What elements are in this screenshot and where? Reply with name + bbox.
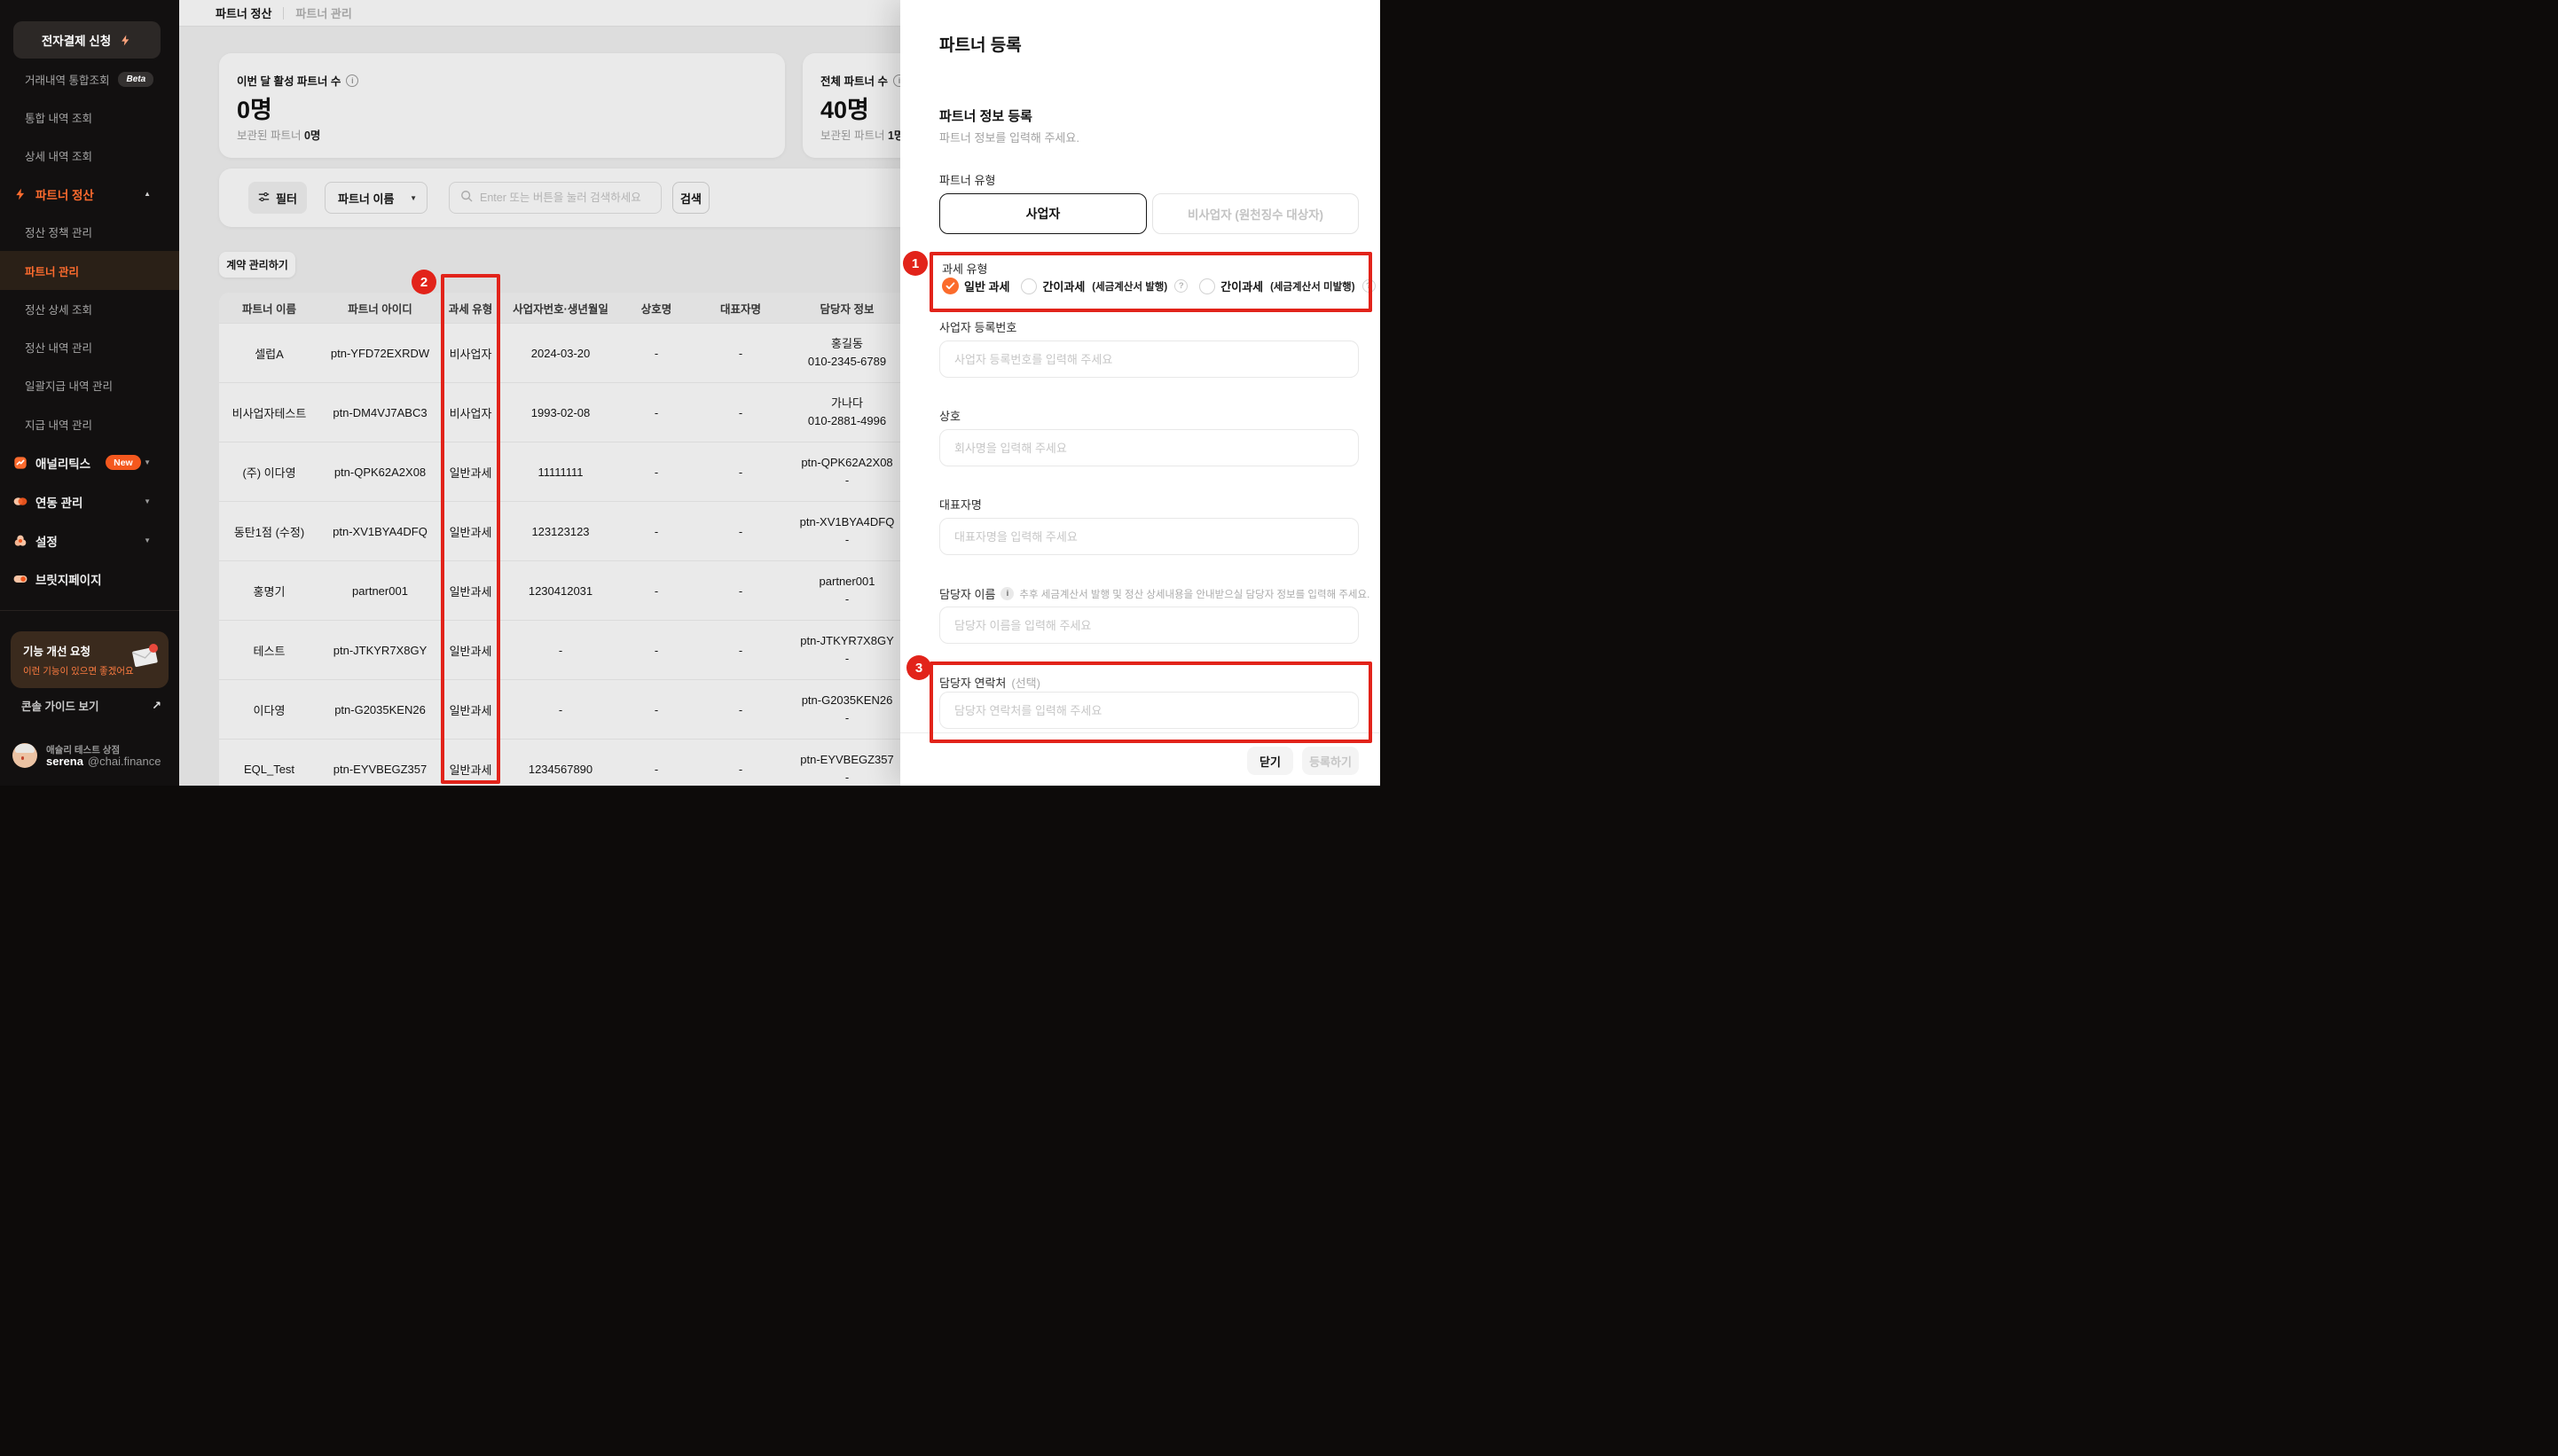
sidebar-item-settlement-history[interactable]: 정산 내역 관리 — [0, 328, 179, 366]
sidebar-item-partner-management[interactable]: 파트너 관리 — [0, 251, 179, 290]
radio-icon — [1021, 278, 1037, 294]
business-number-label: 사업자 등록번호 — [939, 318, 1016, 335]
section-title: 파트너 정보 등록 — [939, 106, 1032, 125]
envelope-icon — [129, 642, 160, 673]
drawer-footer-divider — [900, 732, 1380, 733]
e-payment-apply-button[interactable]: 전자결제 신청 — [13, 21, 161, 59]
info-icon[interactable]: i — [1000, 587, 1014, 600]
sidebar-section-analytics[interactable]: 애널리틱스 New ▼ — [0, 443, 179, 481]
sidebar-item-detail-history[interactable]: 상세 내역 조회 — [0, 137, 179, 175]
trade-name-label: 상호 — [939, 407, 961, 424]
radio-icon — [1199, 278, 1215, 294]
e-payment-apply-label: 전자결제 신청 — [42, 31, 111, 49]
sidebar-item-settlement-policy[interactable]: 정산 정책 관리 — [0, 213, 179, 251]
tax-type-label: 과세 유형 — [942, 260, 987, 277]
sidebar-section-settings[interactable]: 설정 ▼ — [0, 521, 179, 560]
external-link-icon: ↗ — [152, 699, 161, 713]
representative-input[interactable] — [939, 518, 1359, 555]
lightning-icon — [118, 33, 132, 47]
user-avatar[interactable] — [12, 743, 37, 768]
manager-name-input[interactable] — [939, 607, 1359, 644]
submit-button[interactable]: 등록하기 — [1302, 747, 1359, 775]
help-icon[interactable]: ? — [1174, 279, 1188, 293]
analytics-icon — [13, 456, 27, 470]
sidebar-item-settlement-detail[interactable]: 정산 상세 조회 — [0, 290, 179, 328]
radio-simplified-tax-issue[interactable]: 간이과세 (세금계산서 발행) ? — [1021, 278, 1188, 294]
manager-contact-label: 담당자 연락처 — [939, 674, 1006, 691]
sidebar-item-integrated-history[interactable]: 통합 내역 조회 — [0, 98, 179, 137]
user-account[interactable]: serena @chai.finance — [46, 755, 161, 768]
sidebar-item-transaction-history[interactable]: 거래내역 통합조회 Beta — [0, 60, 179, 98]
sidebar-section-integration[interactable]: 연동 관리 ▼ — [0, 482, 179, 521]
sidebar: 전자결제 신청 거래내역 통합조회 Beta 통합 내역 조회 상세 내역 조회… — [0, 0, 179, 786]
manager-name-label-row: 담당자 이름 i 추후 세금계산서 발행 및 정산 상세내용을 안내받으실 담당… — [939, 585, 1369, 602]
radio-general-tax[interactable]: 일반 과세 — [942, 278, 1009, 294]
chevron-down-icon: ▼ — [144, 536, 151, 544]
chevron-down-icon: ▼ — [144, 497, 151, 505]
help-icon[interactable]: ? — [1362, 279, 1376, 293]
trade-name-input[interactable] — [939, 429, 1359, 466]
sidebar-section-bridge-page[interactable]: 브릿지페이지 — [0, 560, 179, 598]
close-button[interactable]: 닫기 — [1247, 747, 1293, 775]
manager-contact-label-row: 담당자 연락처 (선택) — [939, 674, 1040, 691]
optional-tag: (선택) — [1011, 674, 1040, 691]
manager-helper-text: 추후 세금계산서 발행 및 정산 상세내용을 안내받으실 담당자 정보를 입력해… — [1019, 587, 1369, 601]
drawer-backdrop[interactable] — [179, 0, 900, 786]
partner-type-individual-button[interactable]: 비사업자 (원천징수 대상자) — [1152, 193, 1359, 234]
representative-label: 대표자명 — [939, 496, 982, 513]
lightning-icon — [13, 187, 27, 201]
console-guide-link[interactable]: 콘솔 가이드 보기 ↗ — [21, 697, 161, 714]
partner-register-drawer: 파트너 등록 파트너 정보 등록 파트너 정보를 입력해 주세요. 파트너 유형… — [900, 0, 1380, 786]
business-number-input[interactable] — [939, 341, 1359, 378]
sidebar-section-partner-settlement[interactable]: 파트너 정산 ▲ — [0, 175, 179, 213]
radio-selected-icon — [942, 278, 959, 294]
app-root: 전자결제 신청 거래내역 통합조회 Beta 통합 내역 조회 상세 내역 조회… — [0, 0, 1380, 786]
manager-name-label: 담당자 이름 — [939, 585, 995, 602]
user-email: @chai.finance — [88, 755, 161, 768]
manager-contact-input[interactable] — [939, 692, 1359, 729]
feature-request-card[interactable]: 기능 개선 요청 이런 기능이 있으면 좋겠어요 — [11, 631, 169, 688]
sidebar-item-payment-history[interactable]: 지급 내역 관리 — [0, 405, 179, 443]
partner-type-label: 파트너 유형 — [939, 171, 995, 188]
sidebar-divider — [0, 610, 179, 611]
settings-icon — [13, 534, 27, 548]
sidebar-item-bulk-payment[interactable]: 일괄지급 내역 관리 — [0, 366, 179, 404]
radio-simplified-tax-no-issue[interactable]: 간이과세 (세금계산서 미발행) ? — [1199, 278, 1375, 294]
integration-icon — [13, 495, 27, 509]
partner-type-business-button[interactable]: 사업자 — [939, 193, 1147, 234]
drawer-title: 파트너 등록 — [939, 32, 1022, 56]
section-description: 파트너 정보를 입력해 주세요. — [939, 129, 1079, 145]
chevron-down-icon: ▼ — [144, 458, 151, 466]
beta-badge: Beta — [118, 72, 153, 87]
new-badge: New — [106, 455, 141, 470]
tax-type-radio-group: 일반 과세 간이과세 (세금계산서 발행) ? 간이과세 (세금계산서 미발행)… — [942, 278, 1366, 294]
bridge-page-icon — [13, 572, 27, 586]
chevron-up-icon: ▲ — [144, 190, 151, 198]
user-name: serena — [46, 755, 83, 768]
